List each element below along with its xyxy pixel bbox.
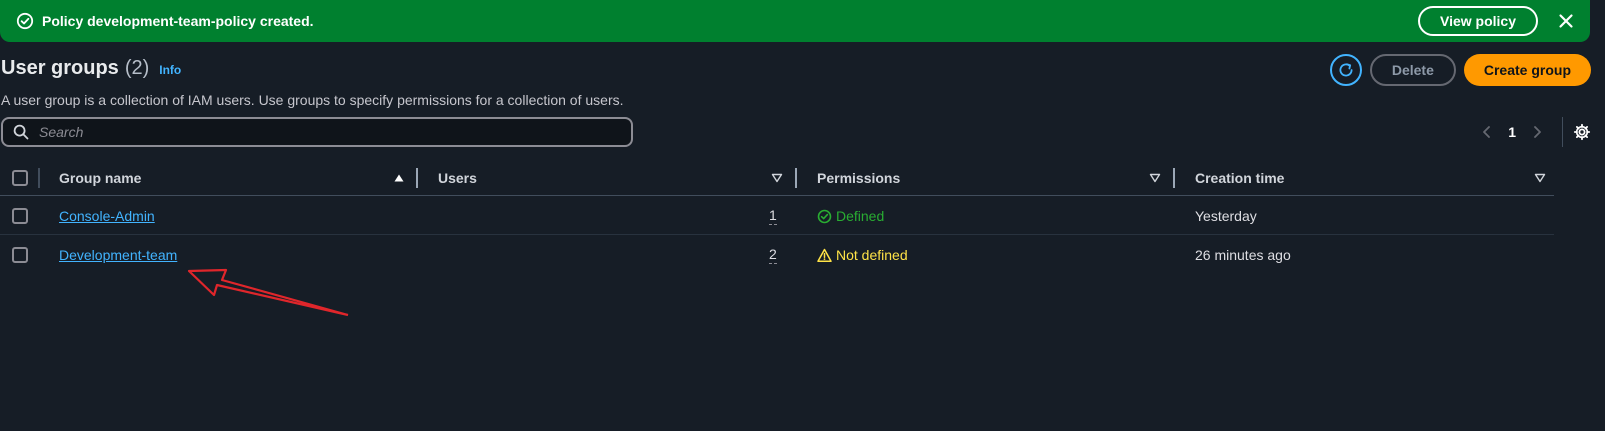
chevron-left-icon[interactable]	[1480, 125, 1494, 139]
row-checkbox[interactable]	[12, 247, 28, 263]
refresh-icon	[1339, 63, 1353, 77]
permissions-label: Defined	[836, 208, 885, 224]
permissions-status: Not defined	[817, 247, 908, 263]
search-input[interactable]	[39, 124, 599, 140]
flash-message: Policy development-team-policy created.	[42, 13, 314, 29]
check-circle-icon	[16, 12, 34, 30]
users-count[interactable]: 1	[769, 208, 777, 225]
page-description: A user group is a collection of IAM user…	[1, 92, 624, 108]
column-users[interactable]: Users	[438, 170, 477, 186]
chevron-right-icon[interactable]	[1530, 125, 1544, 139]
column-creation-time[interactable]: Creation time	[1195, 170, 1284, 186]
table-header: Group name Users Permissions Creation ti…	[0, 160, 1554, 196]
column-resizer[interactable]	[795, 168, 797, 188]
search-icon	[13, 124, 29, 140]
check-circle-icon	[817, 209, 832, 224]
page-title: User groups	[1, 57, 119, 79]
create-group-button[interactable]: Create group	[1463, 54, 1591, 86]
delete-button[interactable]: Delete	[1369, 54, 1456, 86]
creation-time: Yesterday	[1195, 208, 1257, 224]
page-header: User groups (2) Info	[1, 57, 181, 80]
permissions-label: Not defined	[836, 247, 908, 263]
caret-down-outline-icon[interactable]	[1534, 172, 1546, 184]
pagination-divider	[1562, 117, 1563, 147]
gear-icon[interactable]	[1573, 123, 1591, 141]
refresh-button[interactable]	[1329, 54, 1362, 86]
column-resizer[interactable]	[416, 168, 418, 188]
header-actions: Delete Create group	[1329, 54, 1591, 86]
caret-down-outline-icon[interactable]	[771, 172, 783, 184]
select-all-checkbox[interactable]	[12, 170, 28, 186]
success-flash-banner: Policy development-team-policy created. …	[0, 0, 1590, 42]
group-name-link[interactable]: Development-team	[59, 247, 177, 263]
group-name-link[interactable]: Console-Admin	[59, 208, 155, 224]
user-groups-table: Group name Users Permissions Creation ti…	[0, 160, 1554, 274]
view-policy-button[interactable]: View policy	[1418, 6, 1538, 36]
table-row: Console-Admin 1 Defined Yesterday	[0, 196, 1554, 235]
row-checkbox[interactable]	[12, 208, 28, 224]
caret-up-filled-icon[interactable]	[393, 172, 405, 184]
current-page[interactable]: 1	[1508, 124, 1516, 140]
caret-down-outline-icon[interactable]	[1149, 172, 1161, 184]
table-row: Development-team 2 Not defined 26 minute…	[0, 235, 1554, 274]
permissions-status: Defined	[817, 208, 884, 224]
warning-triangle-icon	[817, 248, 832, 263]
search-box	[1, 117, 633, 147]
group-count: (2)	[124, 57, 150, 79]
column-group-name[interactable]: Group name	[59, 170, 141, 186]
column-separator	[38, 168, 40, 188]
pagination: 1	[1470, 116, 1591, 148]
users-count[interactable]: 2	[769, 247, 777, 264]
close-icon[interactable]	[1556, 11, 1576, 31]
creation-time: 26 minutes ago	[1195, 247, 1291, 263]
column-resizer[interactable]	[1173, 168, 1175, 188]
column-permissions[interactable]: Permissions	[817, 170, 900, 186]
info-link[interactable]: Info	[159, 63, 181, 77]
